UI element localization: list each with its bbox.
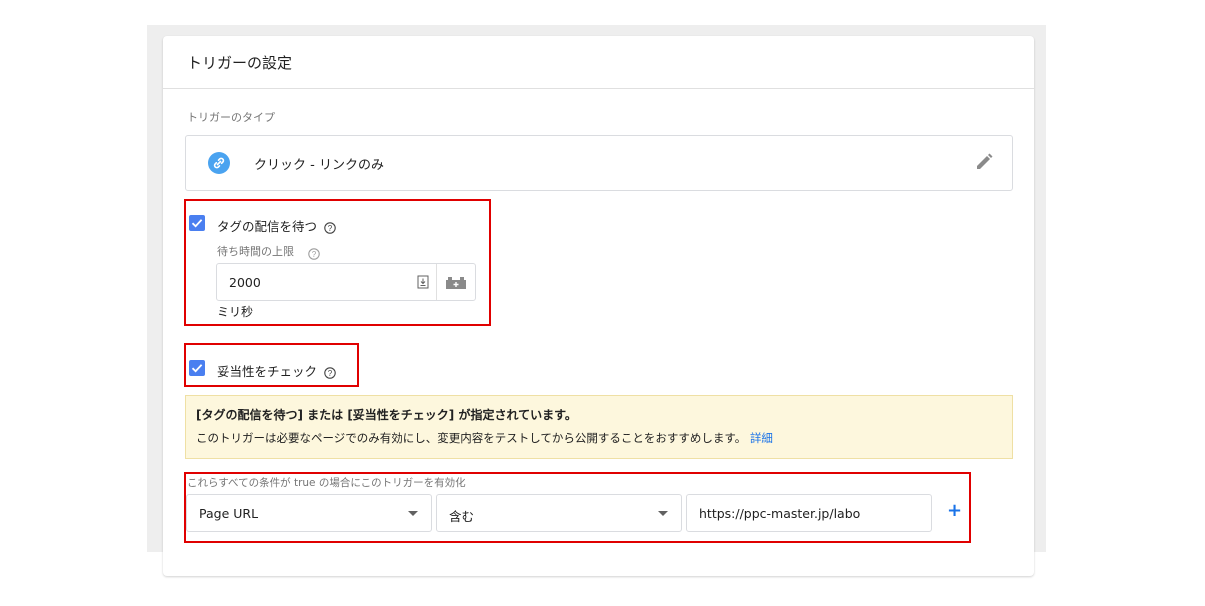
link-icon: [208, 152, 230, 174]
warning-body: このトリガーは必要なページでのみ有効にし、変更内容をテストしてから公開することを…: [196, 430, 773, 446]
pencil-icon[interactable]: [974, 152, 994, 172]
trigger-type-name: クリック - リンクのみ: [254, 158, 384, 173]
page-title: トリガーの設定: [187, 54, 293, 72]
trigger-type-box[interactable]: クリック - リンクのみ: [185, 135, 1013, 191]
card-header: トリガーの設定: [163, 36, 1034, 89]
warning-banner: [タグの配信を待つ] または [妥当性をチェック] が指定されています。 このト…: [185, 395, 1013, 459]
warning-text: このトリガーは必要なページでのみ有効にし、変更内容をテストしてから公開することを…: [196, 431, 747, 445]
trigger-type-label: トリガーのタイプ: [187, 111, 275, 124]
warning-title: [タグの配信を待つ] または [妥当性をチェック] が指定されています。: [196, 408, 577, 422]
highlight-box-condition: [184, 472, 971, 543]
highlight-box-validation: [184, 343, 359, 387]
highlight-box-wait-tags: [184, 199, 491, 326]
details-link[interactable]: 詳細: [750, 431, 773, 445]
